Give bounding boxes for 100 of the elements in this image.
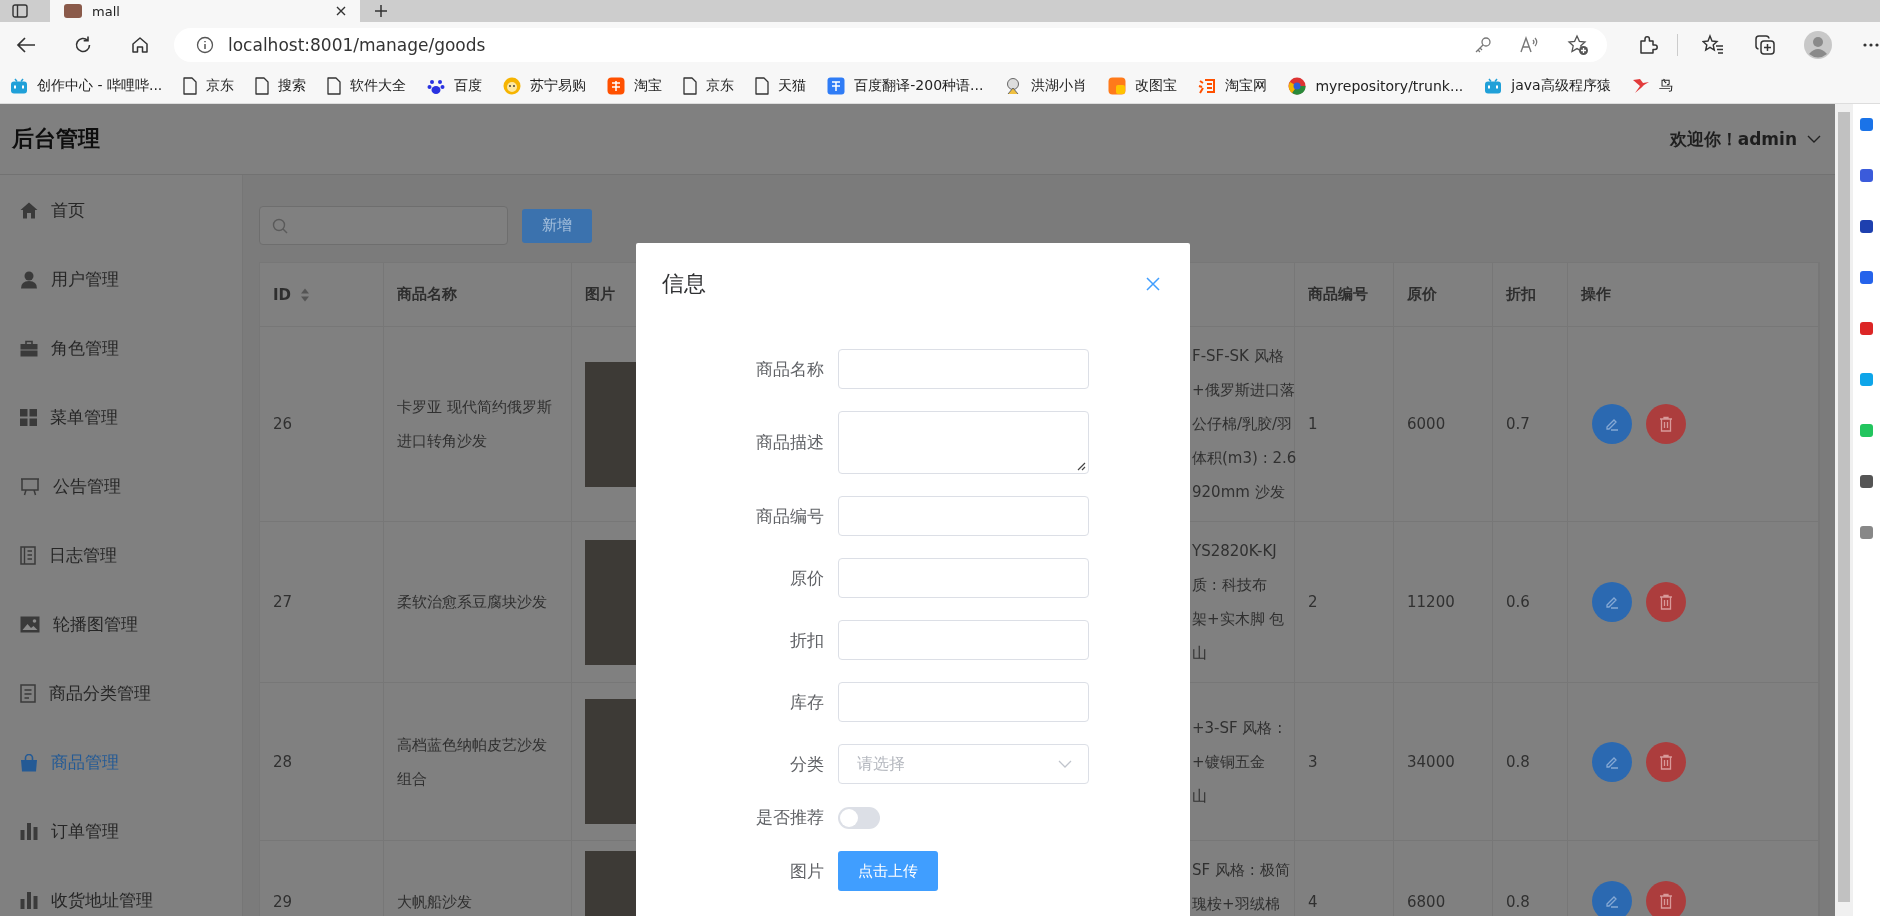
refresh-icon bbox=[73, 35, 93, 55]
puzzle-icon[interactable] bbox=[1637, 34, 1659, 56]
info-icon[interactable] bbox=[196, 36, 214, 54]
resize-handle-icon[interactable] bbox=[1076, 461, 1086, 471]
scrollbar[interactable] bbox=[1835, 104, 1853, 916]
table-cell-text: 山 bbox=[1192, 643, 1207, 664]
delete-button[interactable] bbox=[1646, 404, 1686, 444]
favorites-icon[interactable] bbox=[1702, 34, 1724, 56]
sidebar-item[interactable]: 公告管理 bbox=[0, 452, 242, 521]
table-cell-text: 大帆船沙发 bbox=[397, 892, 472, 913]
dialog-title: 信息 bbox=[662, 270, 706, 298]
lion-icon bbox=[503, 76, 522, 95]
field-label: 是否推荐 bbox=[755, 806, 825, 829]
app-icon[interactable] bbox=[1860, 118, 1873, 131]
app-icon[interactable] bbox=[1860, 220, 1873, 233]
bookmark[interactable]: java高级程序猿 bbox=[1484, 76, 1611, 95]
app-icon[interactable] bbox=[1860, 475, 1873, 488]
favicon-photo bbox=[64, 4, 82, 18]
table-cell-text: YS2820K-KJ bbox=[1192, 541, 1277, 562]
tab-actions-icon[interactable] bbox=[12, 4, 28, 18]
plus-icon[interactable] bbox=[374, 4, 388, 18]
table-cell: 4 bbox=[1308, 893, 1318, 911]
edit-button[interactable] bbox=[1592, 404, 1632, 444]
field-label: 分类 bbox=[789, 752, 825, 776]
input-field[interactable] bbox=[838, 558, 1089, 598]
browser-tab[interactable]: mall bbox=[50, 0, 360, 22]
tv-icon bbox=[10, 77, 28, 94]
app-icon[interactable] bbox=[1860, 271, 1873, 284]
bookmark[interactable]: 京东 bbox=[683, 76, 735, 95]
search-field[interactable] bbox=[259, 206, 508, 245]
bookmark[interactable]: 搜索 bbox=[255, 76, 307, 95]
toggle-switch[interactable] bbox=[838, 806, 880, 829]
edit-button[interactable] bbox=[1592, 582, 1632, 622]
table-cell-text: 架+实木脚 包 bbox=[1192, 609, 1285, 630]
sidebar-item[interactable]: 轮播图管理 bbox=[0, 590, 242, 659]
edit-button[interactable] bbox=[1592, 741, 1632, 782]
bookmark[interactable]: 洪湖小肖 bbox=[1004, 76, 1088, 95]
favorite-add-icon[interactable] bbox=[1567, 34, 1589, 56]
table-cell: 0.6 bbox=[1506, 593, 1530, 611]
profile-avatar[interactable] bbox=[1804, 31, 1832, 59]
bar-chart-icon bbox=[20, 823, 38, 840]
delete-button[interactable] bbox=[1646, 741, 1686, 782]
notebook-icon bbox=[20, 546, 36, 565]
app-icon[interactable] bbox=[1860, 526, 1873, 539]
field-label: 商品编号 bbox=[755, 504, 825, 528]
table-cell: 3 bbox=[1308, 752, 1318, 771]
bookmark[interactable]: 创作中心 - 哔哩哔... bbox=[10, 76, 163, 95]
bookmark[interactable]: 百度翻译-200种语... bbox=[827, 76, 984, 95]
app-icon[interactable] bbox=[1860, 169, 1873, 182]
bookmark[interactable]: 京东 bbox=[183, 76, 235, 95]
url-text: localhost:8001/manage/goods bbox=[228, 35, 486, 55]
sidebar-item[interactable]: 角色管理 bbox=[0, 314, 242, 383]
app-icon[interactable] bbox=[1860, 322, 1873, 335]
collections-icon[interactable] bbox=[1754, 34, 1776, 56]
table-cell: 28 bbox=[273, 752, 293, 771]
delete-button[interactable] bbox=[1646, 881, 1686, 916]
trash-icon bbox=[1659, 753, 1673, 770]
bookmark[interactable]: 改图宝 bbox=[1108, 76, 1178, 95]
square-icon bbox=[827, 76, 846, 95]
bookmark[interactable]: 苏宁易购 bbox=[503, 76, 587, 95]
more-icon[interactable] bbox=[1862, 42, 1880, 48]
shopping-bag-icon bbox=[20, 753, 38, 772]
table-cell: 6000 bbox=[1407, 415, 1446, 433]
sidebar-item[interactable]: 日志管理 bbox=[0, 521, 242, 590]
bookmark[interactable]: myrepository/trunk... bbox=[1288, 76, 1464, 95]
bookmark[interactable]: 淘宝网 bbox=[1198, 76, 1268, 95]
bookmark[interactable]: 淘宝 bbox=[607, 76, 663, 95]
grid-icon bbox=[20, 409, 37, 426]
delete-button[interactable] bbox=[1646, 582, 1686, 622]
sidebar-item[interactable]: 用户管理 bbox=[0, 245, 242, 314]
sidebar-item[interactable]: 商品分类管理 bbox=[0, 659, 242, 728]
user-menu[interactable]: 欢迎你！admin bbox=[1669, 127, 1821, 151]
column-header: 商品名称 bbox=[397, 285, 457, 304]
edit-button[interactable] bbox=[1592, 881, 1632, 916]
key-icon[interactable] bbox=[1473, 35, 1493, 55]
textarea-field[interactable] bbox=[838, 411, 1089, 474]
bookmark[interactable]: 天猫 bbox=[755, 76, 807, 95]
tv-icon bbox=[1484, 77, 1503, 94]
table-cell-text: 卡罗亚 现代简约俄罗斯进口转角沙发 bbox=[397, 397, 553, 452]
sidebar-item[interactable]: 收货地址管理 bbox=[0, 866, 242, 916]
briefcase-icon bbox=[20, 340, 38, 357]
sort-icon[interactable] bbox=[300, 286, 311, 303]
close-icon[interactable] bbox=[336, 6, 346, 16]
input-field[interactable] bbox=[838, 496, 1089, 536]
bookmark[interactable]: 鸟 bbox=[1631, 76, 1673, 95]
square-icon bbox=[607, 76, 626, 95]
field-label: 图片 bbox=[789, 859, 825, 883]
address-bar[interactable]: localhost:8001/manage/goods bbox=[174, 28, 1607, 62]
table-cell-text: 柔软治愈系豆腐块沙发 bbox=[397, 592, 547, 613]
sidebar-item[interactable]: 订单管理 bbox=[0, 797, 242, 866]
input-field[interactable] bbox=[838, 682, 1089, 722]
search-icon bbox=[272, 217, 288, 234]
trash-icon bbox=[1659, 893, 1673, 909]
bookmark[interactable]: 百度 bbox=[427, 76, 483, 95]
sidebar-item[interactable]: 首页 bbox=[0, 176, 242, 245]
table-cell: 0.8 bbox=[1506, 752, 1530, 771]
input-field[interactable] bbox=[838, 620, 1089, 660]
sidebar-item[interactable]: 菜单管理 bbox=[0, 383, 242, 452]
bookmark[interactable]: 软件大全 bbox=[327, 76, 407, 95]
input-field[interactable] bbox=[838, 349, 1089, 389]
